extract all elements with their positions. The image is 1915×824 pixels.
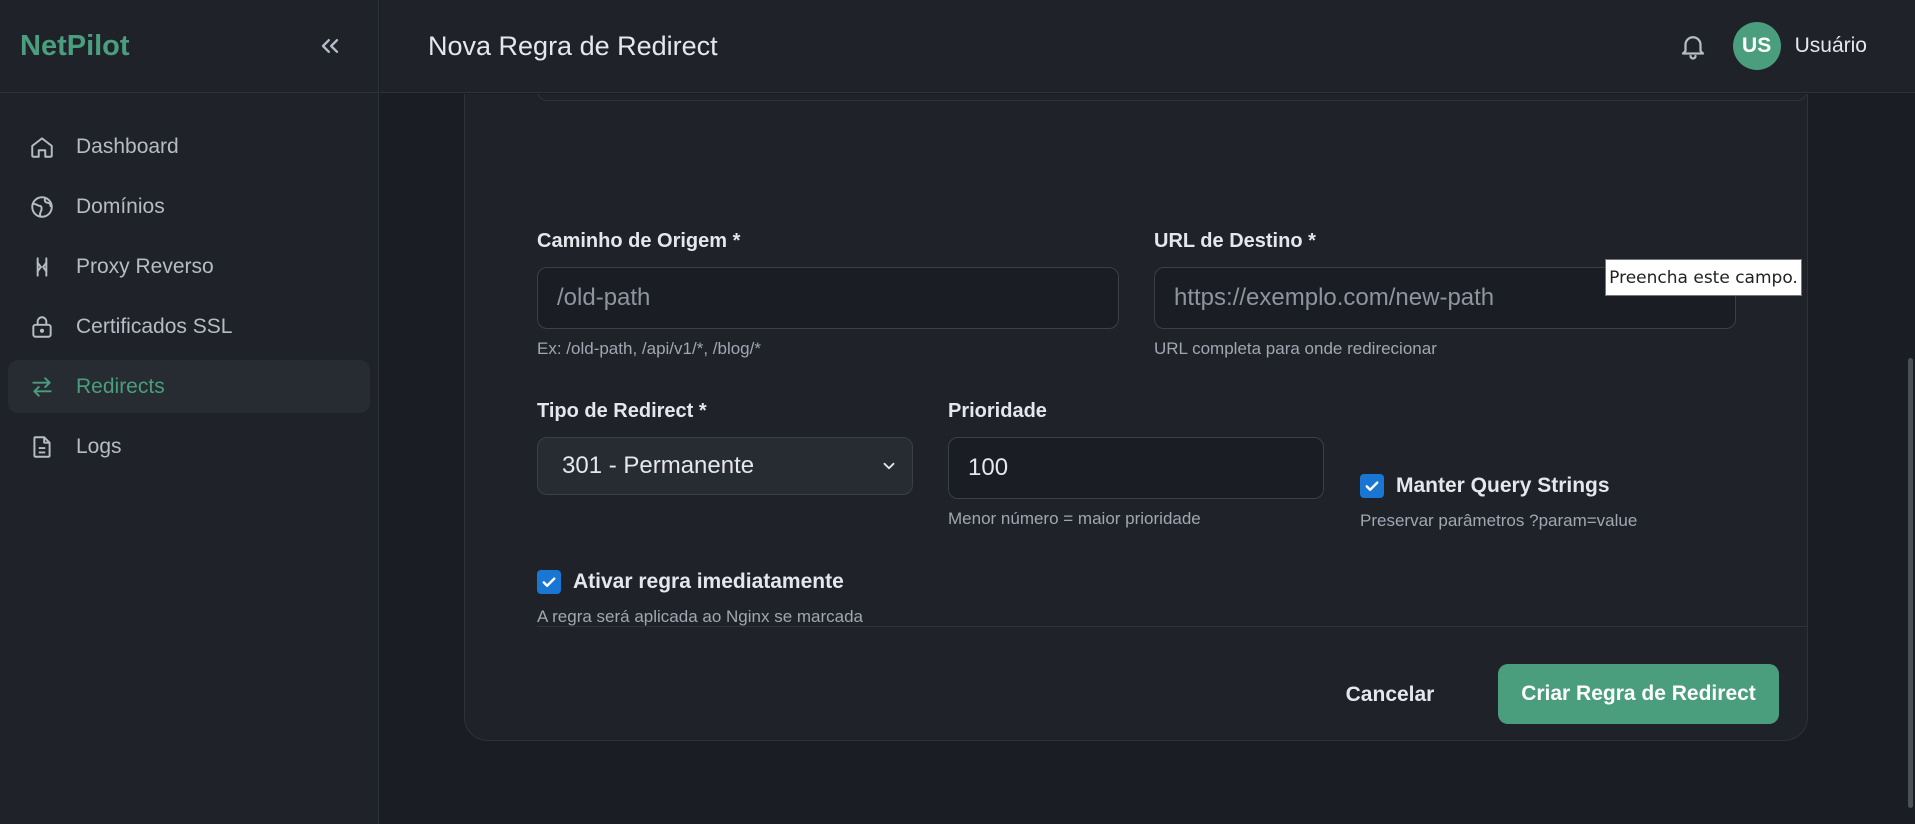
file-icon [28, 433, 56, 461]
sidebar: NetPilot Dashboard Domínios Proxy Revers… [0, 0, 379, 824]
query-strings-label[interactable]: Manter Query Strings [1396, 474, 1610, 498]
checkmark-icon [542, 577, 556, 587]
sidebar-item-logs[interactable]: Logs [8, 420, 370, 473]
source-path-hint: Ex: /old-path, /api/v1/*, /blog/* [537, 339, 761, 358]
scrollbar-thumb[interactable] [1908, 358, 1913, 808]
activate-hint: A regra será aplicada ao Nginx se marcad… [537, 607, 864, 626]
double-chevron-left-icon [321, 39, 339, 53]
cancel-button[interactable]: Cancelar [1325, 666, 1455, 724]
priority-label: Prioridade [948, 400, 1047, 422]
checkmark-icon [1365, 481, 1379, 491]
priority-value: 100 [968, 454, 1009, 481]
collapse-sidebar-button[interactable] [314, 30, 346, 62]
redirect-type-group: Tipo de Redirect * 301 - Permanente [537, 400, 913, 495]
redirect-type-select[interactable]: 301 - Permanente [537, 437, 913, 495]
chevron-down-icon [883, 462, 895, 470]
avatar[interactable]: US [1732, 22, 1781, 70]
activate-checkbox[interactable] [537, 570, 561, 594]
redirect-type-label: Tipo de Redirect * [537, 400, 707, 422]
topbar-actions: US Usuário [1675, 22, 1867, 70]
sidebar-item-dashboard[interactable]: Dashboard [8, 120, 370, 173]
priority-hint: Menor número = maior prioridade [948, 509, 1201, 528]
source-path-label: Caminho de Origem * [537, 230, 741, 252]
activate-row: Ativar regra imediatamente [537, 570, 1137, 594]
validation-tooltip: Preencha este campo. [1605, 259, 1802, 296]
query-strings-row: Manter Query Strings [1360, 474, 1736, 498]
sidebar-item-ssl-certificates[interactable]: Certificados SSL [8, 300, 370, 353]
sidebar-item-label: Dashboard [76, 134, 179, 158]
lock-icon [28, 313, 56, 341]
redirect-type-value: 301 - Permanente [562, 452, 755, 479]
sidebar-item-label: Domínios [76, 194, 165, 218]
sidebar-header: NetPilot [0, 0, 378, 93]
brand-logo[interactable]: NetPilot [20, 30, 130, 63]
query-strings-group: Manter Query Strings Preservar parâmetro… [1360, 474, 1736, 531]
priority-group: Prioridade 100 Menor número = maior prio… [948, 400, 1324, 529]
source-path-placeholder: /old-path [557, 284, 651, 311]
sidebar-item-label: Proxy Reverso [76, 254, 214, 278]
sidebar-nav: Dashboard Domínios Proxy Reverso Certifi… [0, 93, 378, 473]
destination-url-label: URL de Destino * [1154, 230, 1316, 252]
query-strings-hint: Preservar parâmetros ?param=value [1360, 511, 1638, 530]
user-name[interactable]: Usuário [1795, 34, 1867, 58]
priority-input[interactable]: 100 [948, 437, 1324, 499]
destination-url-hint: URL completa para onde redirecionar [1154, 339, 1437, 358]
sidebar-item-redirects[interactable]: Redirects [8, 360, 370, 413]
sidebar-item-label: Logs [76, 434, 122, 458]
main-content: Caminho de Origem * /old-path Ex: /old-p… [380, 94, 1915, 824]
page-title: Nova Regra de Redirect [428, 30, 718, 61]
source-path-group: Caminho de Origem * /old-path Ex: /old-p… [537, 230, 1119, 359]
sidebar-item-domains[interactable]: Domínios [8, 180, 370, 233]
create-redirect-button[interactable]: Criar Regra de Redirect [1498, 664, 1779, 724]
sidebar-item-label: Redirects [76, 374, 165, 398]
activate-group: Ativar regra imediatamente A regra será … [537, 570, 1137, 627]
topbar: Nova Regra de Redirect US Usuário [380, 0, 1915, 93]
sidebar-item-reverse-proxy[interactable]: Proxy Reverso [8, 240, 370, 293]
home-icon [28, 133, 56, 161]
activate-label[interactable]: Ativar regra imediatamente [573, 570, 844, 594]
arrows-icon [28, 373, 56, 401]
notifications-button[interactable] [1675, 28, 1711, 64]
query-strings-checkbox[interactable] [1360, 474, 1384, 498]
source-path-input[interactable]: /old-path [537, 267, 1119, 329]
destination-url-placeholder: https://exemplo.com/new-path [1174, 284, 1495, 311]
redirect-form-card: Caminho de Origem * /old-path Ex: /old-p… [464, 94, 1808, 741]
divider [537, 626, 1807, 627]
sidebar-item-label: Certificados SSL [76, 314, 233, 338]
bell-icon [1681, 36, 1704, 60]
proxy-icon [28, 253, 56, 281]
scrolled-field[interactable] [537, 94, 1807, 101]
globe-icon [28, 193, 56, 221]
